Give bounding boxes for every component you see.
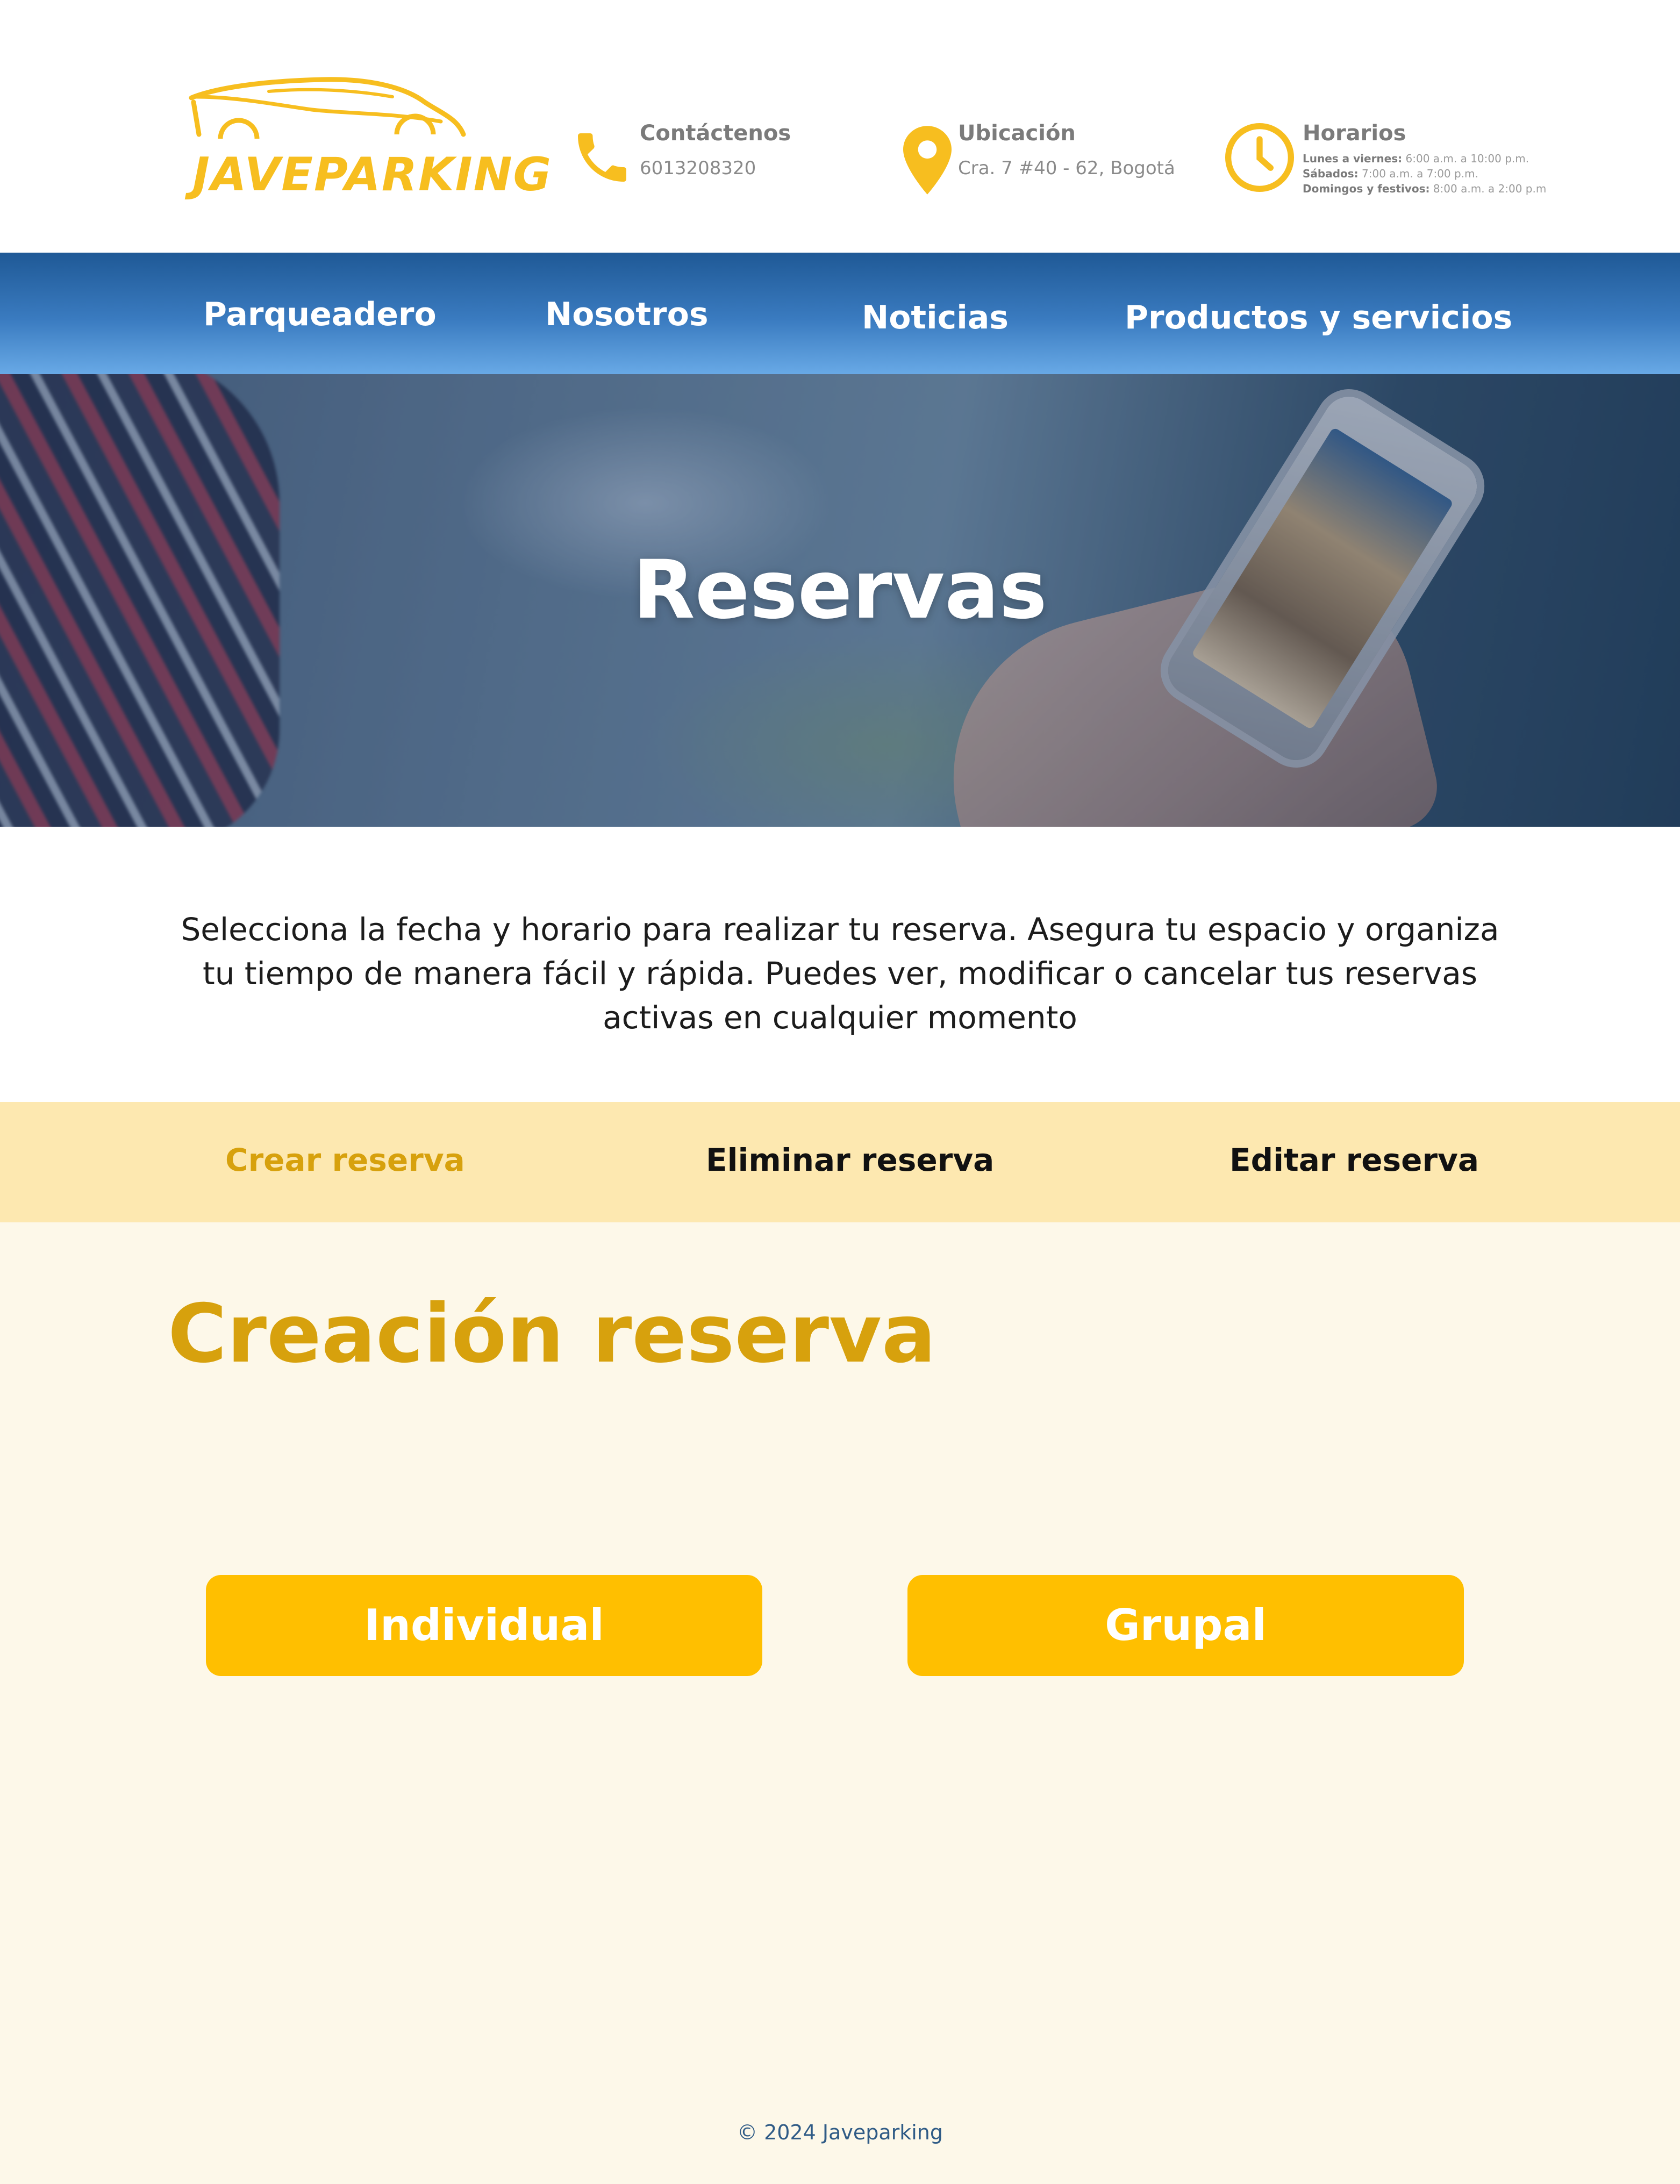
map-pin-icon bbox=[903, 126, 952, 195]
nav-item-productos-servicios[interactable]: Productos y servicios bbox=[1125, 299, 1512, 336]
hero-banner: Reservas bbox=[0, 374, 1680, 827]
clock-icon bbox=[1225, 123, 1295, 192]
contact-phone[interactable]: 6013208320 bbox=[640, 157, 756, 179]
nav-item-noticias[interactable]: Noticias bbox=[862, 299, 1009, 336]
hours-line-weekdays: Lunes a viernes: 6:00 a.m. a 10:00 p.m. bbox=[1303, 152, 1529, 165]
intro-section: Selecciona la fecha y horario para reali… bbox=[0, 827, 1680, 1102]
tab-editar-reserva[interactable]: Editar reserva bbox=[1229, 1142, 1479, 1178]
contact-title: Contáctenos bbox=[640, 121, 791, 146]
top-header: JAVEPARKING Contáctenos 6013208320 Ubica… bbox=[0, 0, 1680, 253]
grupal-button[interactable]: Grupal bbox=[907, 1575, 1464, 1676]
page-title: Reservas bbox=[633, 543, 1047, 637]
section-title: Creación reserva bbox=[168, 1287, 936, 1381]
phone-icon bbox=[578, 133, 626, 182]
hours-line-sunday: Domingos y festivos: 8:00 a.m. a 2:00 p.… bbox=[1303, 182, 1547, 195]
contact-info: Contáctenos 6013208320 bbox=[570, 121, 849, 207]
tab-eliminar-reserva[interactable]: Eliminar reserva bbox=[706, 1142, 994, 1178]
reservation-tabs: Crear reserva Eliminar reserva Editar re… bbox=[0, 1102, 1680, 1222]
intro-text: Selecciona la fecha y horario para reali… bbox=[181, 911, 1499, 1036]
hours-list: Lunes a viernes: 6:00 a.m. a 10:00 p.m. … bbox=[1303, 151, 1546, 196]
nav-item-nosotros[interactable]: Nosotros bbox=[545, 296, 709, 333]
main-nav: Parqueadero Nosotros Noticias Productos … bbox=[0, 253, 1680, 374]
hours-title: Horarios bbox=[1303, 121, 1406, 146]
logo-text: JAVEPARKING bbox=[192, 148, 553, 202]
location-address: Cra. 7 #40 - 62, Bogotá bbox=[958, 157, 1175, 179]
hours-info: Horarios Lunes a viernes: 6:00 a.m. a 10… bbox=[1223, 121, 1556, 207]
individual-button[interactable]: Individual bbox=[206, 1575, 762, 1676]
car-logo-icon bbox=[189, 77, 466, 139]
tab-crear-reserva[interactable]: Crear reserva bbox=[225, 1142, 465, 1178]
hours-line-saturday: Sábados: 7:00 a.m. a 7:00 p.m. bbox=[1303, 167, 1478, 180]
nav-item-parqueadero[interactable]: Parqueadero bbox=[203, 296, 437, 333]
location-title: Ubicación bbox=[958, 121, 1076, 146]
logo[interactable]: JAVEPARKING bbox=[188, 75, 551, 202]
footer-copyright: © 2024 Javeparking bbox=[737, 2121, 943, 2144]
location-info: Ubicación Cra. 7 #40 - 62, Bogotá bbox=[903, 121, 1204, 207]
